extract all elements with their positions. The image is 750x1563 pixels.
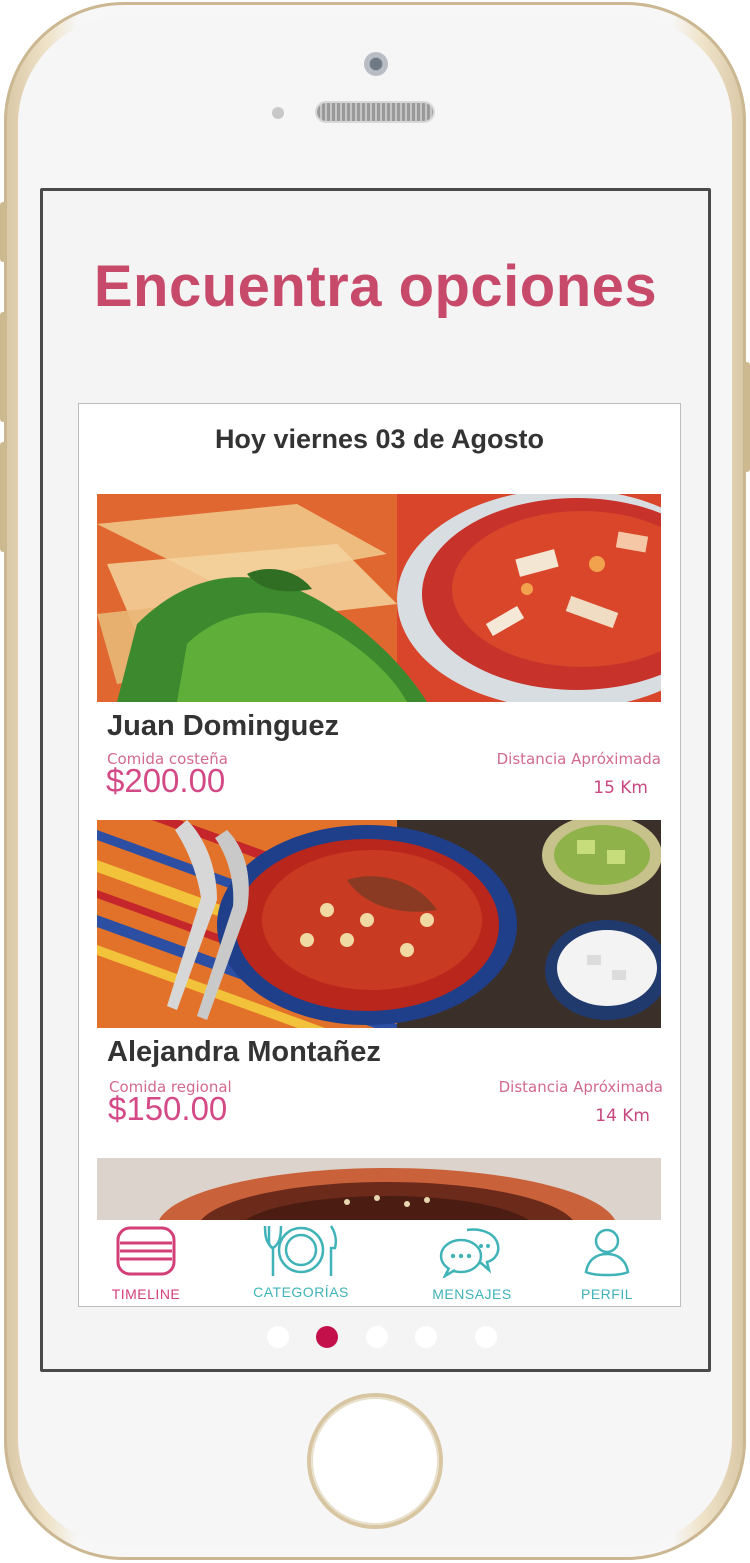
page-dot[interactable] [415,1326,437,1348]
distance-value: 14 Km [595,1106,650,1126]
distance-label: Distancia Apróximada [496,750,661,768]
user-icon [584,1228,630,1277]
nav-label: MENSAJES [432,1286,512,1302]
volume-up-button [0,312,6,422]
page-dot-active[interactable] [316,1326,338,1348]
nav-label: TIMELINE [111,1286,181,1302]
phone-screen: Encuentra opciones Hoy viernes 03 de Ago… [40,188,711,1372]
power-button [744,362,750,472]
distance-label: Distancia Apróximada [498,1078,663,1096]
nav-label: CATEGORÍAS [253,1284,349,1300]
nav-label: PERFIL [580,1286,633,1302]
price: $200.00 [106,762,226,799]
restaurant-card[interactable]: Alejandra Montañez Comida regional $150.… [97,820,663,1130]
app-frame: Hoy viernes 03 de Agosto Juan Dominguez … [78,403,681,1307]
chat-bubbles-icon [439,1228,500,1280]
front-camera [364,52,388,76]
page-dot[interactable] [366,1326,388,1348]
restaurant-name: Alejandra Montañez [107,1036,381,1068]
page-dot[interactable] [267,1326,289,1348]
plate-cutlery-icon [263,1225,338,1276]
mute-switch [0,202,6,262]
nav-perfil[interactable]: PERFIL [575,1226,639,1302]
pozole-photo[interactable] [97,820,661,1028]
earpiece-speaker [317,103,433,121]
timeline-icon [116,1226,176,1276]
page-title: Encuentra opciones [93,254,658,319]
distance-value: 15 Km [593,778,648,798]
home-button[interactable] [311,1397,439,1525]
price: $150.00 [108,1090,228,1127]
restaurant-card[interactable]: Juan Dominguez Comida costeña $200.00 Di… [97,494,661,804]
bottom-navigation: TIMELINE CATEGORÍAS MENSAJES PERFIL [79,1220,680,1306]
nav-categorias[interactable]: CATEGORÍAS [251,1222,351,1300]
mole-dish-photo[interactable] [97,1158,661,1220]
proximity-sensor [272,107,284,119]
date-header: Hoy viernes 03 de Agosto [214,424,545,454]
nav-mensajes[interactable]: MENSAJES [427,1226,517,1302]
volume-down-button [0,442,6,552]
restaurant-name: Juan Dominguez [107,710,340,742]
tortilla-soup-photo[interactable] [97,494,661,702]
nav-timeline[interactable]: TIMELINE [109,1226,183,1302]
page-dot[interactable] [475,1326,497,1348]
